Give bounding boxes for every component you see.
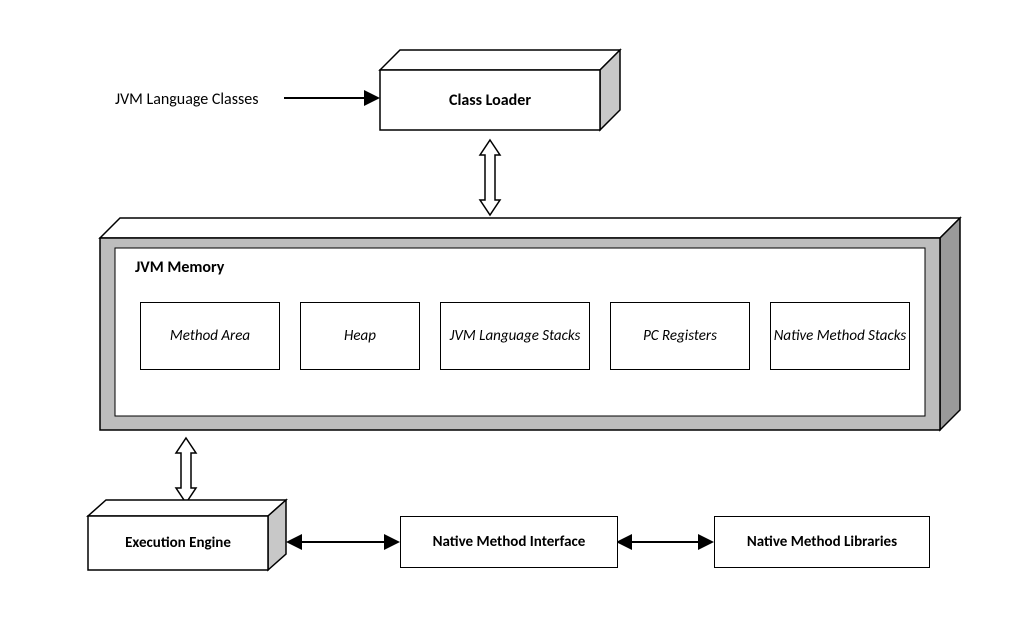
native-method-libraries-box: Native Method Libraries xyxy=(714,516,930,568)
native-method-interface-box: Native Method Interface xyxy=(400,516,618,568)
execution-engine-box: Execution Engine xyxy=(88,516,268,570)
